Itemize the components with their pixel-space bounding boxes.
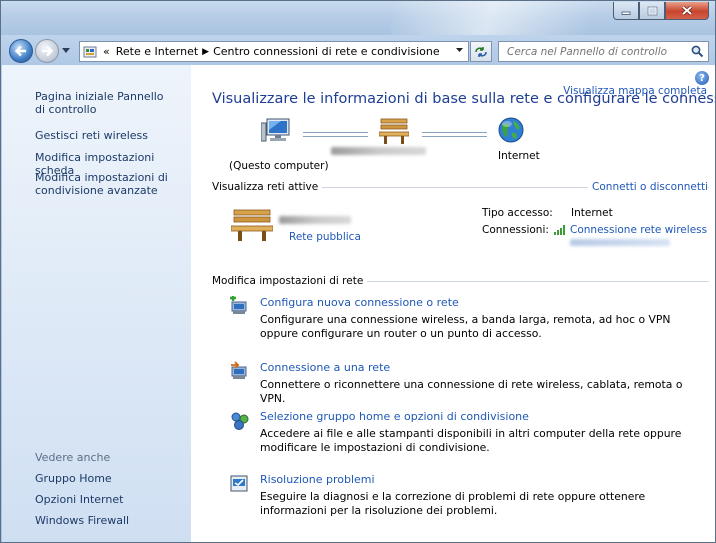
help-icon[interactable]: ? (695, 71, 709, 85)
public-network-link[interactable]: Rete pubblica (289, 231, 361, 243)
arrow-right-icon (42, 45, 54, 57)
public-network-bench-icon (231, 209, 273, 241)
glass-reflection (391, 1, 611, 35)
connect-disconnect-link[interactable]: Connetti o disconnetti (588, 181, 708, 193)
full-map-link[interactable]: Visualizza mappa completa (563, 85, 707, 97)
homegroup-icon (231, 412, 249, 430)
minimize-icon (621, 11, 631, 15)
maximize-icon (647, 6, 657, 15)
see-also-homegroup[interactable]: Gruppo Home (35, 472, 112, 485)
close-button[interactable] (665, 2, 709, 20)
task-troubleshoot-desc: Eseguire la diagnosi e la correzione di … (260, 490, 646, 517)
address-box[interactable]: « Rete e Internet ▶ Centro connessioni d… (79, 41, 469, 62)
active-network-name-redacted (279, 216, 351, 224)
close-icon (681, 5, 693, 16)
breadcrumb-separator-icon[interactable]: ▶ (202, 47, 209, 57)
search-box[interactable] (498, 41, 709, 62)
search-input[interactable] (505, 42, 689, 61)
map-internet-label: Internet (498, 150, 540, 162)
map-connector-1 (303, 132, 368, 137)
arrow-left-icon (14, 45, 26, 57)
see-also-label: Vedere anche (35, 451, 111, 464)
task-connect-network-desc: Connettere o riconnettere una connession… (260, 378, 683, 405)
title-bar (1, 1, 715, 35)
sidebar-link-advanced-sharing[interactable]: Modifica impostazioni di condivisione av… (35, 171, 175, 197)
map-connector-2 (422, 132, 487, 137)
connections-label: Connessioni: (482, 224, 549, 236)
task-new-connection-link[interactable]: Configura nuova connessione o rete (260, 296, 459, 309)
ssid-redacted (570, 239, 670, 246)
map-computer-label: (Questo computer) (229, 160, 329, 172)
new-connection-icon (230, 296, 247, 314)
see-also-windows-firewall[interactable]: Windows Firewall (35, 514, 129, 527)
access-type-label: Tipo accesso: (482, 207, 553, 219)
network-name-redacted (331, 147, 426, 155)
bench-icon (379, 118, 409, 144)
task-connect-network-link[interactable]: Connessione a una rete (260, 361, 390, 374)
refresh-button[interactable] (470, 41, 492, 62)
computer-icon (261, 118, 290, 142)
task-homegroup-link[interactable]: Selezione gruppo home e opzioni di condi… (260, 410, 529, 423)
breadcrumb-rete-internet[interactable]: Rete e Internet (116, 45, 198, 58)
control-panel-icon (83, 46, 97, 57)
forward-button[interactable] (35, 39, 59, 63)
troubleshoot-icon (230, 475, 248, 492)
sidebar-link-manage-wireless[interactable]: Gestisci reti wireless (35, 129, 148, 142)
explorer-window: « Rete e Internet ▶ Centro connessioni d… (0, 0, 716, 543)
search-icon[interactable] (691, 45, 704, 58)
active-networks-label: Visualizza reti attive (212, 181, 323, 193)
navigation-bar: « Rete e Internet ▶ Centro connessioni d… (1, 35, 715, 65)
task-new-connection-desc: Configurare una connessione wireless, a … (260, 313, 671, 340)
wireless-signal-icon (554, 225, 565, 235)
task-troubleshoot-link[interactable]: Risoluzione problemi (260, 473, 375, 486)
breadcrumb-overflow[interactable]: « (103, 45, 110, 58)
see-also-internet-options[interactable]: Opzioni Internet (35, 493, 123, 506)
main-content: ? Visualizzare le informazioni di base s… (191, 65, 715, 542)
address-dropdown-icon[interactable] (456, 48, 464, 53)
window-controls (613, 2, 709, 20)
connect-network-icon (231, 361, 247, 379)
globe-icon (498, 117, 524, 143)
sidebar: Pagina iniziale Pannello di controllo Ge… (2, 65, 191, 542)
minimize-button[interactable] (613, 2, 639, 20)
refresh-icon (475, 46, 487, 57)
change-settings-label: Modifica impostazioni di rete (212, 275, 368, 287)
task-homegroup-desc: Accedere ai file e alle stampanti dispon… (260, 427, 682, 454)
breadcrumb-centro-connessioni[interactable]: Centro connessioni di rete e condivision… (213, 45, 440, 58)
recent-pages-dropdown[interactable] (62, 48, 71, 54)
maximize-button[interactable] (639, 2, 665, 20)
access-type-value: Internet (571, 207, 613, 219)
sidebar-link-control-panel-home[interactable]: Pagina iniziale Pannello di controllo (35, 90, 175, 116)
wireless-connection-link[interactable]: Connessione rete wireless (570, 224, 707, 236)
back-button[interactable] (9, 39, 33, 63)
